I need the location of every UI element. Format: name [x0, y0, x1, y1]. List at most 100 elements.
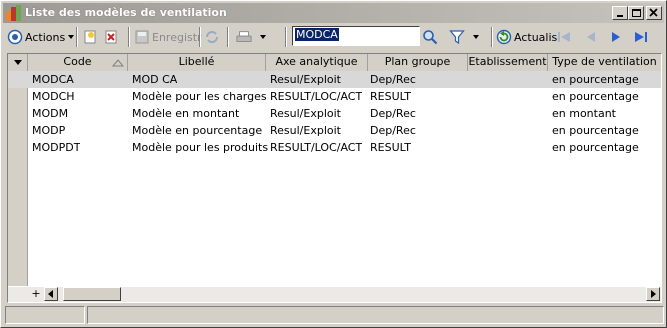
- cell-type-de-ventilation: en pourcentage: [552, 73, 639, 86]
- toolbar: Actions Enregistr MODCA Actualisi: [3, 24, 664, 50]
- save-label: Enregistr: [152, 30, 202, 44]
- column-header-etablissement[interactable]: Etablissement: [468, 54, 548, 71]
- table-row[interactable]: MODCH Modèle pour les charges RESULT/LOC/A…: [8, 88, 661, 105]
- toolbar-separator: [491, 27, 493, 47]
- cell-code: MODP: [32, 124, 66, 137]
- cell-code: MODCA: [32, 73, 74, 86]
- column-chooser-button[interactable]: [8, 54, 28, 71]
- first-record-icon: [558, 32, 570, 42]
- app-logo-icon: [6, 5, 22, 21]
- table-row[interactable]: MODPDT Modèle pour les produits RESULT/LOC…: [8, 139, 661, 156]
- cell-code: MODPDT: [32, 141, 81, 154]
- cell-libelle: Modèle pour les charges: [132, 90, 267, 103]
- column-header-label: Etablissement: [468, 55, 547, 68]
- cell-type-de-ventilation: en pourcentage: [552, 90, 639, 103]
- chevron-right-icon: [651, 290, 656, 298]
- next-icon: [612, 32, 620, 42]
- previous-record-button[interactable]: [583, 26, 599, 48]
- minimize-button[interactable]: [612, 6, 628, 20]
- toolbar-separator: [285, 27, 287, 47]
- chevron-down-icon: [473, 35, 479, 39]
- search-input[interactable]: MODCA: [292, 26, 420, 46]
- new-button[interactable]: [82, 26, 98, 48]
- column-header-code[interactable]: Code: [28, 54, 128, 71]
- horizontal-scrollbar[interactable]: +: [8, 287, 661, 302]
- grid-header: Code Libellé Axe analytique Plan groupe …: [8, 54, 661, 71]
- save-button[interactable]: Enregistr: [134, 26, 202, 48]
- window: Liste des modèles de ventilation Actions: [0, 0, 667, 328]
- table-row[interactable]: MODP Modèle en pourcentage Resul/Exploit De…: [8, 122, 661, 139]
- cell-type-de-ventilation: en pourcentage: [552, 141, 639, 154]
- delete-button[interactable]: [103, 26, 119, 48]
- filter-button[interactable]: [449, 26, 479, 48]
- search-icon: [423, 30, 438, 45]
- toolbar-separator: [227, 27, 229, 47]
- window-title: Liste des modèles de ventilation: [25, 6, 227, 19]
- refresh-icon: [496, 29, 512, 45]
- cell-type-de-ventilation: en montant: [552, 107, 616, 120]
- cell-libelle: MOD CA: [132, 73, 178, 86]
- search-value: MODCA: [295, 28, 339, 41]
- close-button[interactable]: [646, 6, 662, 20]
- table-row[interactable]: MODM Modèle en montant Resul/Exploit Dep/Re…: [8, 105, 661, 122]
- scroll-right-button[interactable]: [646, 287, 660, 301]
- data-grid[interactable]: Code Libellé Axe analytique Plan groupe …: [7, 53, 662, 303]
- chevron-left-icon: [48, 290, 53, 298]
- cell-axe-analytique: Resul/Exploit: [270, 107, 341, 120]
- refresh-label: Actualisi: [514, 30, 561, 44]
- column-header-label: Plan groupe: [384, 55, 451, 68]
- minimize-icon: [617, 15, 623, 17]
- cell-plan-groupe: Dep/Rec: [370, 124, 416, 137]
- next-record-button[interactable]: [608, 26, 624, 48]
- chevron-down-icon: [68, 35, 75, 39]
- toolbar-separator: [199, 27, 201, 47]
- new-document-icon: [84, 30, 96, 44]
- cell-plan-groupe: Dep/Rec: [370, 73, 416, 86]
- cell-axe-analytique: RESULT/LOC/ACT: [270, 141, 363, 154]
- cell-libelle: Modèle pour les produits: [132, 141, 269, 154]
- sort-ascending-icon: [112, 59, 124, 67]
- column-header-label: Libellé: [178, 55, 215, 68]
- filter-icon: [449, 30, 465, 45]
- table-row[interactable]: MODCA MOD CA Resul/Exploit Dep/Rec en pource…: [8, 71, 661, 88]
- column-header-libelle[interactable]: Libellé: [128, 54, 266, 71]
- add-row-button[interactable]: +: [30, 287, 42, 301]
- column-header-type-de-ventilation[interactable]: Type de ventilation: [548, 54, 661, 71]
- search-button[interactable]: [422, 26, 438, 48]
- cell-plan-groupe: RESULT: [370, 90, 411, 103]
- sync-icon: [206, 31, 218, 43]
- sync-button[interactable]: [204, 26, 220, 48]
- previous-icon: [587, 32, 595, 42]
- cell-code: MODM: [32, 107, 69, 120]
- last-record-icon: [635, 32, 647, 42]
- column-header-plan-groupe[interactable]: Plan groupe: [368, 54, 468, 71]
- cell-axe-analytique: Resul/Exploit: [270, 73, 341, 86]
- status-bar: [5, 306, 664, 326]
- refresh-button[interactable]: Actualisi: [496, 26, 560, 48]
- column-header-axe-analytique[interactable]: Axe analytique: [266, 54, 368, 71]
- cell-code: MODCH: [32, 90, 75, 103]
- cell-libelle: Modèle en montant: [132, 107, 240, 120]
- scroll-left-button[interactable]: [44, 287, 58, 301]
- first-record-button[interactable]: [556, 26, 572, 48]
- status-panel: [5, 306, 85, 324]
- cell-type-de-ventilation: en pourcentage: [552, 124, 639, 137]
- chevron-down-icon: [260, 35, 266, 39]
- maximize-button[interactable]: [628, 6, 644, 20]
- delete-icon: [105, 30, 117, 44]
- save-icon: [135, 30, 149, 44]
- column-header-label: Type de ventilation: [552, 55, 657, 68]
- cell-plan-groupe: RESULT: [370, 141, 411, 154]
- cell-libelle: Modèle en pourcentage: [132, 124, 263, 137]
- status-panel: [87, 306, 664, 324]
- maximize-icon: [632, 9, 641, 17]
- cell-axe-analytique: RESULT/LOC/ACT: [270, 90, 363, 103]
- print-button[interactable]: [236, 26, 266, 48]
- close-icon: [649, 8, 658, 17]
- chevron-down-icon: [13, 60, 22, 65]
- actions-menu-button[interactable]: Actions: [7, 26, 75, 48]
- actions-icon: [7, 29, 23, 45]
- title-bar[interactable]: Liste des modèles de ventilation: [3, 3, 664, 23]
- scrollbar-thumb[interactable]: [63, 287, 121, 301]
- last-record-button[interactable]: [633, 26, 649, 48]
